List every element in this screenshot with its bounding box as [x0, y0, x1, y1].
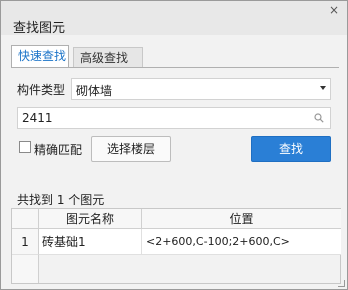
exact-match-label: 精确匹配 — [34, 143, 83, 157]
result-summary: 共找到 1 个图元 — [17, 193, 105, 207]
exact-match-checkbox[interactable] — [19, 141, 31, 153]
find-elements-dialog: 查找图元 × 快速查找 高级查找 构件类型 砌体墙 2411 精确匹配 选择楼层… — [0, 0, 348, 290]
find-button[interactable]: 查找 — [251, 136, 331, 162]
table-cell-position[interactable]: <2+600,C-100;2+600,C> — [142, 229, 341, 255]
row-index[interactable]: 1 — [12, 229, 39, 255]
component-type-label: 构件类型 — [17, 83, 66, 97]
results-table: 图元名称 位置 1 砖基础1 <2+600,C-100;2+600,C> — [11, 208, 341, 284]
title-bar: 查找图元 × — [1, 1, 347, 36]
column-header-name[interactable]: 图元名称 — [39, 209, 142, 229]
search-input[interactable]: 2411 — [17, 107, 331, 129]
component-type-select[interactable]: 砌体墙 — [71, 78, 331, 100]
tab-advanced-find[interactable]: 高级查找 — [73, 47, 143, 68]
chevron-down-icon — [320, 86, 326, 90]
resize-grip[interactable] — [338, 280, 345, 287]
close-icon[interactable]: × — [329, 4, 339, 16]
search-input-value: 2411 — [22, 111, 53, 125]
component-type-value: 砌体墙 — [76, 84, 113, 98]
index-header — [12, 209, 39, 229]
index-column-filler — [12, 255, 39, 283]
tab-quick-find[interactable]: 快速查找 — [11, 45, 69, 68]
select-floor-button[interactable]: 选择楼层 — [91, 136, 171, 162]
dialog-title: 查找图元 — [13, 21, 66, 36]
search-icon[interactable] — [314, 113, 324, 123]
table-cell-name[interactable]: 砖基础1 — [39, 229, 142, 255]
column-header-position[interactable]: 位置 — [142, 209, 341, 229]
